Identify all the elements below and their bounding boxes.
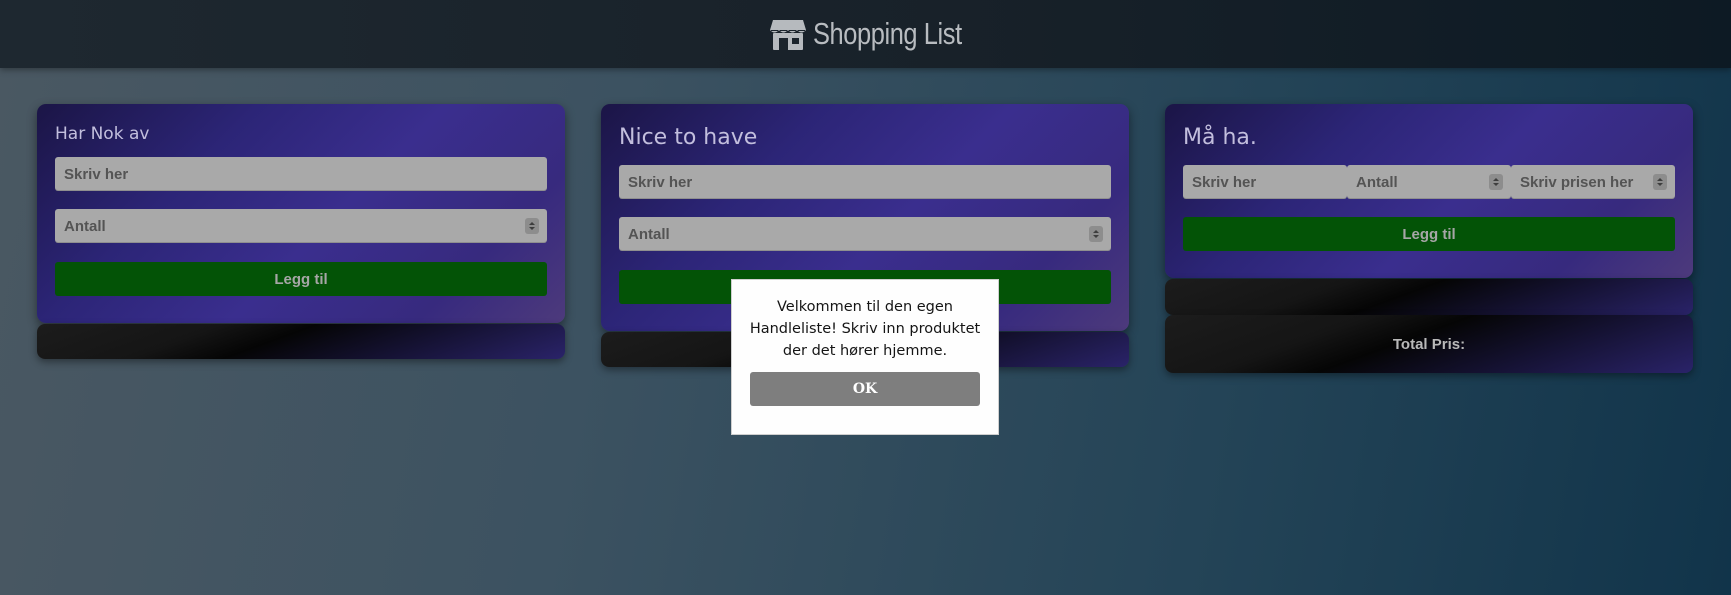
app-header: Shopping List bbox=[0, 0, 1731, 68]
price-input[interactable]: Skriv prisen her bbox=[1511, 165, 1675, 199]
card-title: Må ha. bbox=[1183, 125, 1257, 150]
list-card-har-nok-av: Har Nok av Skriv her Antall Legg til bbox=[37, 104, 565, 323]
quantity-placeholder: Antall bbox=[64, 217, 106, 235]
total-price-panel: Total Pris: bbox=[1165, 315, 1693, 373]
quantity-placeholder: Antall bbox=[628, 225, 670, 243]
total-price-label: Total Pris: bbox=[1392, 335, 1466, 353]
welcome-message: Velkommen til den egen Handleliste! Skri… bbox=[749, 299, 981, 359]
spinner-icon[interactable] bbox=[1653, 174, 1667, 190]
ok-button[interactable]: OK bbox=[750, 372, 980, 406]
items-list bbox=[37, 324, 565, 359]
welcome-dialog: Velkommen til den egen Handleliste! Skri… bbox=[731, 279, 999, 435]
item-input[interactable]: Skriv her bbox=[55, 157, 547, 191]
quantity-input[interactable]: Antall bbox=[619, 217, 1111, 251]
card-title: Nice to have bbox=[619, 125, 758, 150]
quantity-input[interactable]: Antall bbox=[55, 209, 547, 243]
item-input[interactable]: Skriv her bbox=[619, 165, 1111, 199]
item-input[interactable]: Skriv her bbox=[1183, 165, 1347, 199]
quantity-input[interactable]: Antall bbox=[1347, 165, 1511, 199]
store-icon bbox=[769, 20, 806, 50]
quantity-placeholder: Antall bbox=[1356, 173, 1398, 191]
add-button[interactable]: Legg til bbox=[55, 262, 547, 296]
items-list bbox=[1165, 279, 1693, 315]
spinner-icon[interactable] bbox=[525, 218, 539, 234]
card-title: Har Nok av bbox=[55, 124, 150, 144]
app-title: Shopping List bbox=[812, 16, 962, 51]
spinner-icon[interactable] bbox=[1489, 174, 1503, 190]
header-brand: Shopping List bbox=[769, 16, 963, 52]
add-button[interactable]: Legg til bbox=[1183, 217, 1675, 251]
price-placeholder: Skriv prisen her bbox=[1520, 173, 1634, 191]
spinner-icon[interactable] bbox=[1089, 226, 1103, 242]
list-card-ma-ha: Må ha. Skriv her Antall Skriv prisen her… bbox=[1165, 104, 1693, 278]
